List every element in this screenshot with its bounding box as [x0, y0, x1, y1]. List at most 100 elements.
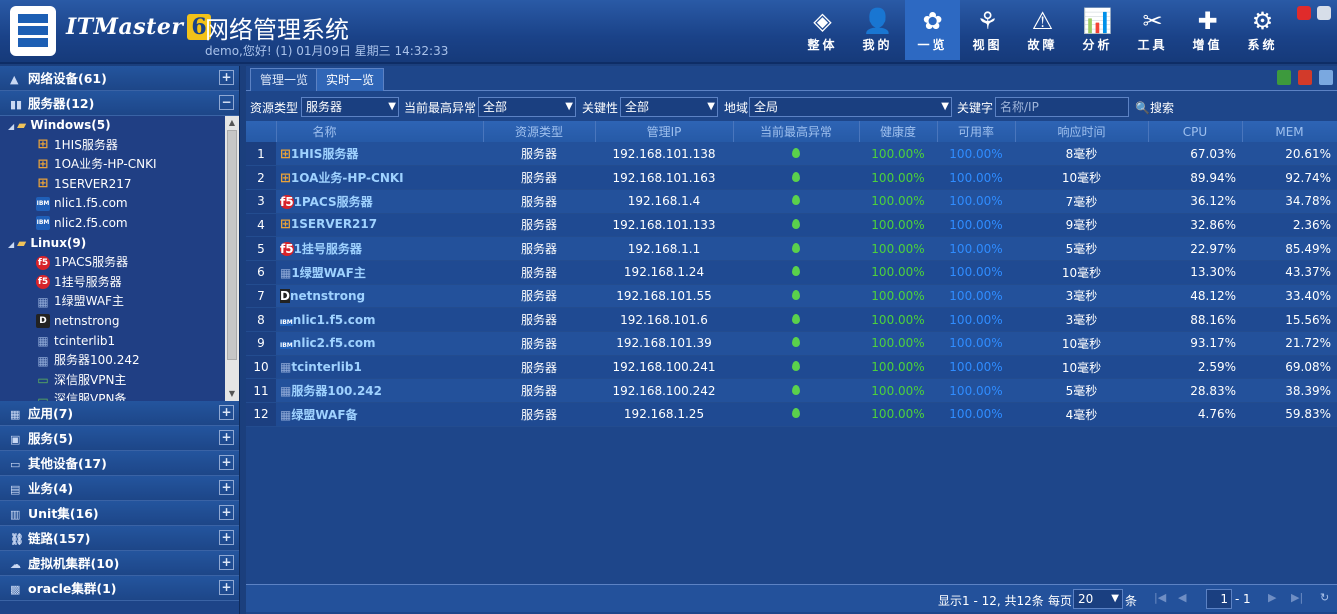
column-header[interactable]: 当前最高异常 — [733, 121, 860, 142]
tab-realtime-overview[interactable]: 实时一览 — [316, 68, 385, 91]
table-row[interactable]: 3 f51PACS服务器 服务器 192.168.1.4 100.00% 100.00% 7… — [246, 189, 1337, 214]
tree-group[interactable]: ◢ ▰ Linux(9) — [0, 234, 239, 254]
cell-name[interactable]: ▦绿盟WAF备 — [276, 402, 483, 427]
nav-topology[interactable]: ⚘ 视图 — [960, 0, 1015, 60]
nav-tools[interactable]: ✂ 工具 — [1125, 0, 1180, 60]
resource-name-link[interactable]: 1PACS服务器 — [294, 195, 373, 209]
table-row[interactable]: 5 f51挂号服务器 服务器 192.168.1.1 100.00% 100.00% 5毫秒… — [246, 236, 1337, 261]
page-input[interactable]: 1 — [1206, 589, 1232, 609]
help-icon[interactable] — [1317, 6, 1331, 20]
tree-group[interactable]: ◢ ▰ Windows(5) — [0, 116, 239, 136]
column-header[interactable]: 可用率 — [937, 121, 1016, 142]
per-page-select[interactable]: 20 ▼ — [1073, 589, 1123, 609]
cell-name[interactable]: ▦服务器100.242 — [276, 378, 483, 404]
tree-leaf[interactable]: ▦ 服务器100.242 — [0, 351, 239, 371]
tree-leaf[interactable]: f5 1挂号服务器 — [0, 273, 239, 293]
tree-leaf[interactable]: Dnetnstrong — [0, 312, 239, 332]
expand-icon[interactable]: + — [219, 480, 234, 495]
tree-leaf[interactable]: ▭ 深信服VPN主 — [0, 371, 239, 391]
sidebar-cat-unit-set[interactable]: ▥ Unit集(16) + — [0, 501, 239, 526]
expand-icon[interactable]: + — [219, 70, 234, 85]
tree-leaf[interactable]: ⊞ 1OA业务-HP-CNKI — [0, 155, 239, 175]
resource-name-link[interactable]: 服务器100.242 — [291, 384, 382, 398]
sidebar-cat-service[interactable]: ▣ 服务(5) + — [0, 426, 239, 451]
scroll-down-icon[interactable]: ▼ — [225, 387, 239, 401]
sidebar-cat-other-device[interactable]: ▭ 其他设备(17) + — [0, 451, 239, 476]
expand-icon[interactable]: + — [219, 430, 234, 445]
table-row[interactable]: 4 ⊞1SERVER217 服务器 192.168.101.133 100.00% 100… — [246, 213, 1337, 238]
tree-leaf[interactable]: f5 1PACS服务器 — [0, 253, 239, 273]
resource-name-link[interactable]: nlic2.f5.com — [293, 336, 376, 350]
table-row[interactable]: 8 IBMnlic1.f5.com 服务器 192.168.101.6 100.00% 1… — [246, 307, 1337, 332]
resource-type-select[interactable]: 服务器 ▼ — [301, 97, 399, 117]
scroll-up-icon[interactable]: ▲ — [225, 116, 239, 130]
sidebar-cat-oracle-cluster[interactable]: ▩ oracle集群(1) + — [0, 576, 239, 601]
nav-gear[interactable]: ⚙ 系统 — [1235, 0, 1290, 60]
column-header[interactable]: 资源类型 — [483, 121, 596, 142]
resource-name-link[interactable]: netnstrong — [290, 289, 365, 303]
sidebar-cat-app[interactable]: ▦ 应用(7) + — [0, 401, 239, 426]
table-row[interactable]: 10 ▦tcinterlib1 服务器 192.168.100.241 100.00% 1… — [246, 355, 1337, 380]
tree-leaf[interactable]: IBM nlic1.f5.com — [0, 194, 239, 214]
search-button[interactable]: 🔍搜索 — [1135, 99, 1174, 116]
keyword-input[interactable]: 名称/IP — [995, 97, 1129, 117]
pdf-export-icon[interactable] — [1298, 70, 1312, 85]
cell-name[interactable]: IBMnlic2.f5.com — [276, 331, 483, 356]
tree-leaf[interactable]: IBM nlic2.f5.com — [0, 214, 239, 234]
sidebar-cat-link[interactable]: ⛓ 链路(157) + — [0, 526, 239, 551]
nav-warning[interactable]: ⚠ 故障 — [1015, 0, 1070, 60]
resource-name-link[interactable]: tcinterlib1 — [291, 360, 361, 374]
expand-icon[interactable]: + — [219, 455, 234, 470]
tree-leaf[interactable]: ⊞ 1HIS服务器 — [0, 136, 239, 156]
cell-name[interactable]: ▦1绿盟WAF主 — [276, 260, 483, 285]
scroll-thumb[interactable] — [227, 130, 237, 360]
resource-name-link[interactable]: 1SERVER217 — [291, 217, 377, 231]
expand-icon[interactable]: + — [219, 580, 234, 595]
nav-layers[interactable]: ◈ 整体 — [795, 0, 850, 60]
resource-name-link[interactable]: 绿盟WAF备 — [291, 408, 357, 422]
sidebar-cat-vm-cluster[interactable]: ☁ 虚拟机集群(10) + — [0, 551, 239, 576]
cell-name[interactable]: ⊞1HIS服务器 — [276, 142, 483, 167]
tab-manage-overview[interactable]: 管理一览 — [250, 68, 319, 91]
refresh-icon[interactable] — [1319, 70, 1333, 85]
tree-leaf[interactable]: ▦ 1绿盟WAF主 — [0, 292, 239, 312]
resource-name-link[interactable]: 1OA业务-HP-CNKI — [291, 171, 404, 185]
column-header[interactable]: 名称 — [276, 121, 484, 142]
nav-chart[interactable]: 📊 分析 — [1070, 0, 1125, 60]
cell-name[interactable]: IBMnlic1.f5.com — [276, 307, 483, 332]
cell-name[interactable]: Dnetnstrong — [276, 284, 483, 309]
sidebar-cat-network[interactable]: ▲ 网络设备(61) + — [0, 66, 239, 91]
alarm-level-select[interactable]: 全部 ▼ — [478, 97, 576, 117]
refresh-icon[interactable]: ↻ — [1320, 591, 1329, 604]
expand-icon[interactable]: + — [219, 505, 234, 520]
table-row[interactable]: 9 IBMnlic2.f5.com 服务器 192.168.101.39 100.00%… — [246, 331, 1337, 356]
column-header[interactable] — [246, 121, 277, 142]
sidebar-cat-server[interactable]: ▮▮ 服务器(12) − — [0, 91, 239, 116]
table-row[interactable]: 1 ⊞1HIS服务器 服务器 192.168.101.138 100.00% 100.00… — [246, 142, 1337, 167]
expand-icon[interactable]: + — [219, 555, 234, 570]
logout-icon[interactable] — [1297, 6, 1311, 20]
next-page-icon[interactable]: ▶ — [1268, 591, 1276, 604]
tree-scrollbar[interactable]: ▲ ▼ — [225, 116, 239, 401]
column-header[interactable]: MEM — [1242, 121, 1337, 142]
collapse-icon[interactable]: − — [219, 95, 234, 110]
column-header[interactable]: 响应时间 — [1015, 121, 1149, 142]
resource-name-link[interactable]: 1HIS服务器 — [291, 147, 359, 161]
tree-toggle-icon[interactable]: ◢ — [8, 122, 17, 131]
nav-plus[interactable]: ✚ 增值 — [1180, 0, 1235, 60]
table-row[interactable]: 11 ▦服务器100.242 服务器 192.168.100.242 100.00% 10… — [246, 378, 1337, 404]
tree-toggle-icon[interactable]: ◢ — [8, 240, 17, 249]
table-row[interactable]: 6 ▦1绿盟WAF主 服务器 192.168.1.24 100.00% 100.00% 10… — [246, 260, 1337, 285]
resource-name-link[interactable]: 1绿盟WAF主 — [291, 266, 366, 280]
expand-icon[interactable]: + — [219, 530, 234, 545]
cell-name[interactable]: ▦tcinterlib1 — [276, 355, 483, 380]
tree-leaf[interactable]: ⊞ 1SERVER217 — [0, 175, 239, 195]
tree-leaf[interactable]: ▭ 深信服VPN备 — [0, 390, 239, 401]
table-row[interactable]: 2 ⊞1OA业务-HP-CNKI 服务器 192.168.101.163 100.00%… — [246, 165, 1337, 190]
table-row[interactable]: 7 Dnetnstrong 服务器 192.168.101.55 100.00% 100.… — [246, 284, 1337, 309]
resource-name-link[interactable]: 1挂号服务器 — [294, 242, 362, 256]
column-header[interactable]: 健康度 — [859, 121, 938, 142]
first-page-icon[interactable]: |◀ — [1154, 591, 1166, 604]
cell-name[interactable]: ⊞1OA业务-HP-CNKI — [276, 165, 483, 190]
excel-export-icon[interactable] — [1277, 70, 1291, 85]
